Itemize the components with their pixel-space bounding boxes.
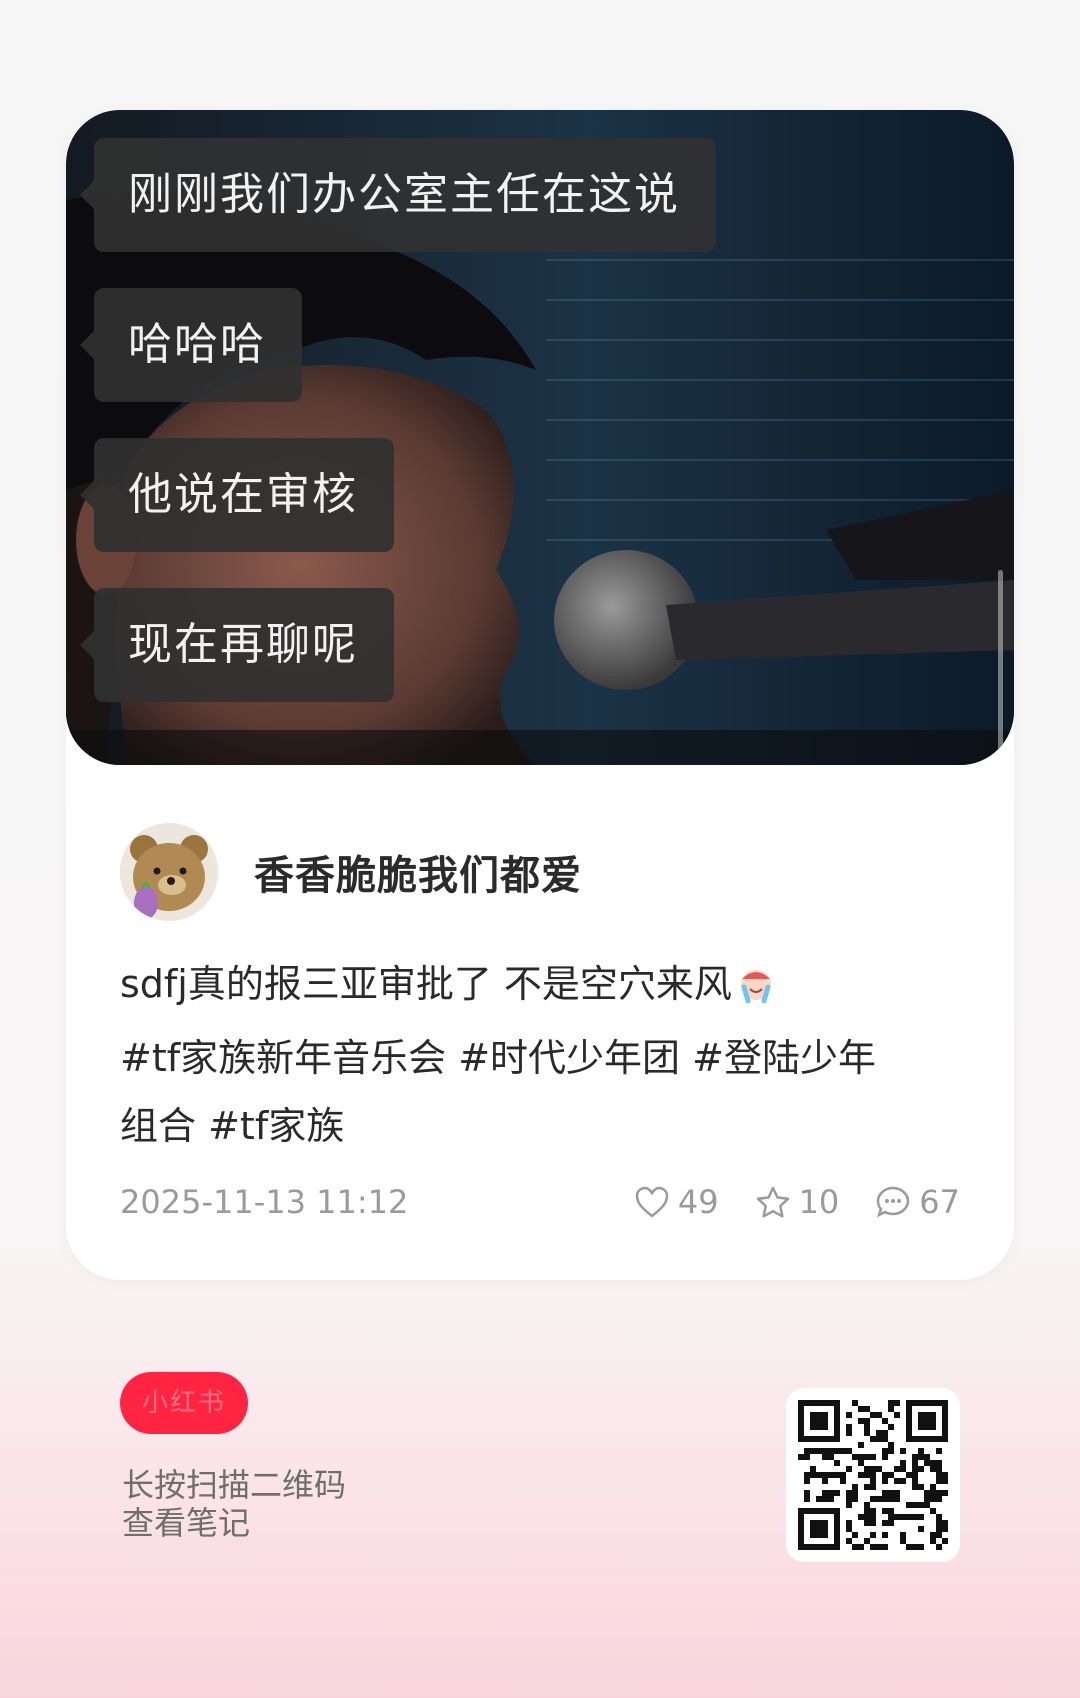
image-scrollbar[interactable] — [998, 570, 1003, 760]
chat-bubble: 现在再聊呢 — [80, 588, 394, 702]
bear-avatar-icon — [120, 823, 218, 921]
author-row[interactable]: 香香脆脆我们都爱 — [120, 822, 582, 922]
scan-hint-line2: 查看笔记 — [122, 1504, 251, 1542]
author-name[interactable]: 香香脆脆我们都爱 — [254, 843, 582, 901]
scan-hint: 长按扫描二维码 查看笔记 — [122, 1466, 346, 1542]
heart-icon — [635, 1186, 669, 1218]
brand-logo: 小红书 — [120, 1372, 248, 1434]
avatar[interactable] — [120, 823, 218, 921]
comment-icon — [877, 1186, 910, 1218]
comment-count: 67 — [919, 1183, 960, 1221]
timestamp: 2025-11-13 11:12 — [120, 1183, 409, 1221]
note-tags-continued[interactable]: 组合 #tf家族 — [120, 1092, 960, 1160]
chat-bubble: 哈哈哈 — [80, 288, 302, 402]
like-button[interactable]: 49 — [634, 1183, 719, 1221]
comment-button[interactable]: 67 — [875, 1183, 960, 1221]
collect-button[interactable]: 10 — [755, 1183, 840, 1221]
crying-face-emoji-icon — [736, 956, 776, 1024]
note-image[interactable]: 刚刚我们办公室主任在这说 哈哈哈 他说在审核 现在再聊呢 — [66, 110, 1014, 765]
chat-bubble: 刚刚我们办公室主任在这说 — [80, 138, 716, 252]
chat-bubble: 他说在审核 — [80, 438, 394, 552]
qr-code-icon — [798, 1400, 948, 1550]
note-tags[interactable]: #tf家族新年音乐会 #时代少年团 #登陆少年 — [120, 1024, 960, 1092]
note-card: 刚刚我们办公室主任在这说 哈哈哈 他说在审核 现在再聊呢 香香脆脆我们都爱 sd… — [66, 110, 1014, 1280]
note-description: sdfj真的报三亚审批了 不是空穴来风 #tf家族新年音乐会 #时代少年团 #登… — [120, 950, 960, 1160]
qr-code[interactable] — [786, 1388, 960, 1562]
scan-hint-line1: 长按扫描二维码 — [122, 1466, 347, 1504]
note-meta: 2025-11-13 11:12 49 10 67 — [120, 1172, 960, 1232]
like-count: 49 — [677, 1183, 719, 1221]
collect-count: 10 — [798, 1183, 840, 1221]
note-text: sdfj真的报三亚审批了 不是空穴来风 — [120, 962, 732, 1006]
star-icon — [756, 1186, 789, 1218]
